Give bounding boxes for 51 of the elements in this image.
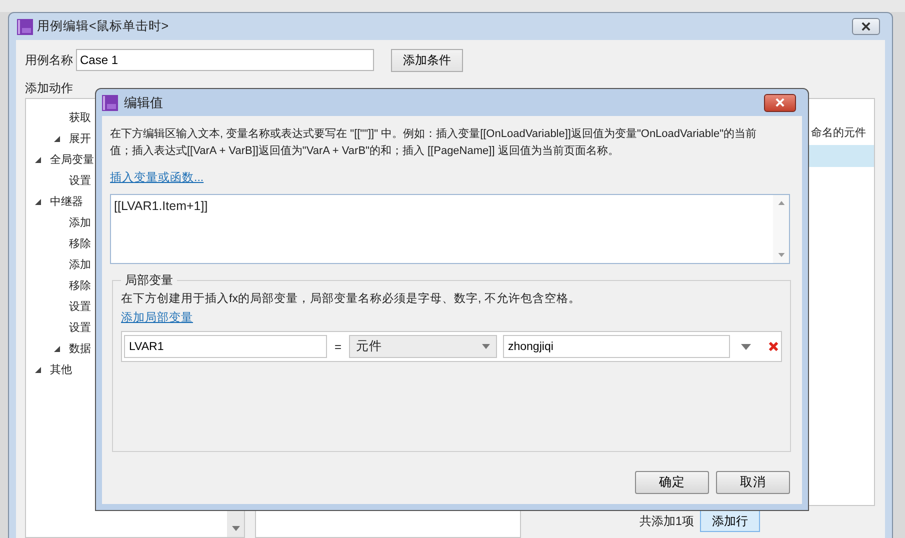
column-header: 命名的元件 xyxy=(811,126,867,141)
scroll-up-icon[interactable] xyxy=(778,201,784,205)
dialog-button[interactable]: 确定 xyxy=(635,471,709,494)
expanded-triangle-icon[interactable] xyxy=(34,156,42,164)
add-condition-button[interactable]: 添加条件 xyxy=(391,48,463,72)
app-logo-icon xyxy=(102,94,118,110)
close-icon xyxy=(861,22,871,31)
tree-item[interactable]: 设置 xyxy=(69,320,91,335)
tree-item[interactable]: 其他 xyxy=(50,362,72,377)
tree-item[interactable]: 数据 xyxy=(69,341,91,356)
app-logo-icon xyxy=(17,18,33,34)
expanded-triangle-icon[interactable] xyxy=(34,366,42,374)
instructions-text: 在下方编辑区输入文本, 变量名称或表达式要写在 "[[""]]" 中。例如：插入变量[[OnLoadVariable]]返回值为变量"OnLoadVariable"的当前值；插入表达式[[VarA + VarB]]返回值为"VarA + VarB"的和；插入 [[PageName]] 返回值为当前页面名称。 xyxy=(110,126,758,159)
insert-variable-link[interactable]: 插入变量或函数... xyxy=(110,170,204,185)
description-text: 在下方创建用于插入fx的局部变量，局部变量名称必须是字母、数字, 不允许包含空格。 xyxy=(121,291,582,306)
scroll-down-icon[interactable] xyxy=(778,253,784,257)
tree-item[interactable]: 全局变量 xyxy=(50,152,94,167)
tree-item[interactable]: 中继器 xyxy=(50,194,83,209)
expression-field[interactable]: [[LVAR1.Item+1]] xyxy=(110,194,790,264)
column-heading: 添加动作 xyxy=(25,80,74,97)
dialog-title: 编辑值 xyxy=(124,94,164,112)
variable-name-field[interactable]: LVAR1 xyxy=(124,335,327,358)
tree-item[interactable]: 设置 xyxy=(69,173,91,188)
close-button[interactable] xyxy=(852,18,880,35)
case-name-label: 用例名称 xyxy=(25,52,73,68)
equals-sign: = xyxy=(333,340,342,354)
dropdown-arrow-icon xyxy=(482,344,490,349)
type-dropdown[interactable]: 元件 xyxy=(349,335,497,358)
tree-item[interactable]: 移除 xyxy=(69,236,91,251)
tree-item[interactable]: 展开 xyxy=(69,131,91,146)
close-button[interactable] xyxy=(764,94,796,112)
widget-value-field[interactable]: zhongjiqi xyxy=(503,335,730,358)
dialog-button[interactable]: 取消 xyxy=(716,471,790,494)
tree-item[interactable]: 获取 xyxy=(69,110,91,125)
window-title: 用例编辑<鼠标单击时> xyxy=(37,18,170,35)
dropdown-arrow-icon[interactable] xyxy=(741,344,751,350)
tree-item[interactable]: 设置 xyxy=(69,299,91,314)
delete-icon[interactable] xyxy=(768,341,779,352)
tree-item[interactable]: 添加 xyxy=(69,215,91,230)
group-legend: 局部变量 xyxy=(121,272,177,289)
tree-item[interactable]: 移除 xyxy=(69,278,91,293)
expanded-triangle-icon[interactable] xyxy=(53,344,61,352)
close-icon xyxy=(775,98,785,107)
tree-item[interactable]: 添加 xyxy=(69,257,91,272)
add-row-button[interactable]: 添加行 xyxy=(700,510,760,532)
item-count: 共添加1项 xyxy=(639,512,694,530)
case-name-field[interactable]: Case 1 xyxy=(76,49,374,71)
scroll-down-icon[interactable] xyxy=(232,526,240,531)
add-local-variable-link[interactable]: 添加局部变量 xyxy=(121,310,193,325)
expanded-triangle-icon[interactable] xyxy=(53,134,61,142)
expanded-triangle-icon[interactable] xyxy=(34,198,42,206)
